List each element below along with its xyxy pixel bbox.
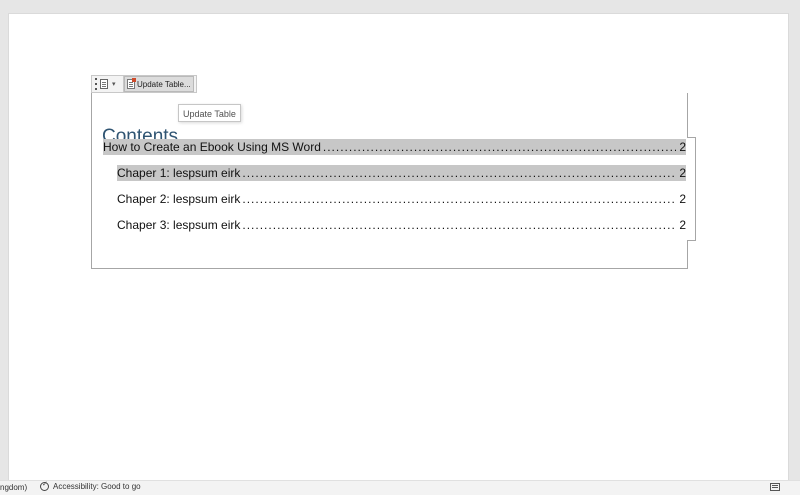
toc-leader-dots: ........................................… [242,166,676,180]
update-document-icon [127,78,136,89]
toc-entry-2[interactable]: Chaper 1: lespsum eirk .................… [117,165,686,181]
toc-entry-label: Chaper 3: lespsum eirk [117,218,241,232]
toc-toolbar: ▾ Update Table... [91,75,197,93]
toc-entry-3[interactable]: Chaper 2: lespsum eirk .................… [117,191,686,207]
toc-entry-page: 2 [679,218,686,232]
toc-menu-button[interactable]: ▾ [98,76,124,92]
toc-entry-label: Chaper 2: lespsum eirk [117,192,241,206]
status-language[interactable]: ngdom) [0,483,27,492]
toc-content-control-bracket [687,137,696,241]
toc-entry-label: Chaper 1: lespsum eirk [117,166,241,180]
update-table-button[interactable]: Update Table... [124,76,194,92]
toc-entry-1[interactable]: How to Create an Ebook Using MS Word ...… [103,139,686,155]
accessibility-icon [40,480,49,491]
accessibility-label: Accessibility: Good to go [53,482,141,491]
status-accessibility[interactable]: Accessibility: Good to go [40,480,141,491]
update-table-label: Update Table... [137,79,191,89]
update-table-tooltip: Update Table [178,104,241,122]
toc-entry-page: 2 [679,192,686,206]
print-layout-view-icon[interactable] [770,483,780,491]
toc-entry-label: How to Create an Ebook Using MS Word [103,140,321,154]
toc-entry-page: 2 [679,140,686,154]
chevron-down-icon: ▾ [112,81,116,88]
toc-entry-page: 2 [679,166,686,180]
document-icon [100,79,108,89]
toc-leader-dots: ........................................… [242,192,676,206]
toc-leader-dots: ........................................… [322,140,676,154]
status-bar: ngdom) Accessibility: Good to go [0,480,800,495]
toc-leader-dots: ........................................… [242,218,676,232]
toc-entry-4[interactable]: Chaper 3: lespsum eirk .................… [117,217,686,233]
